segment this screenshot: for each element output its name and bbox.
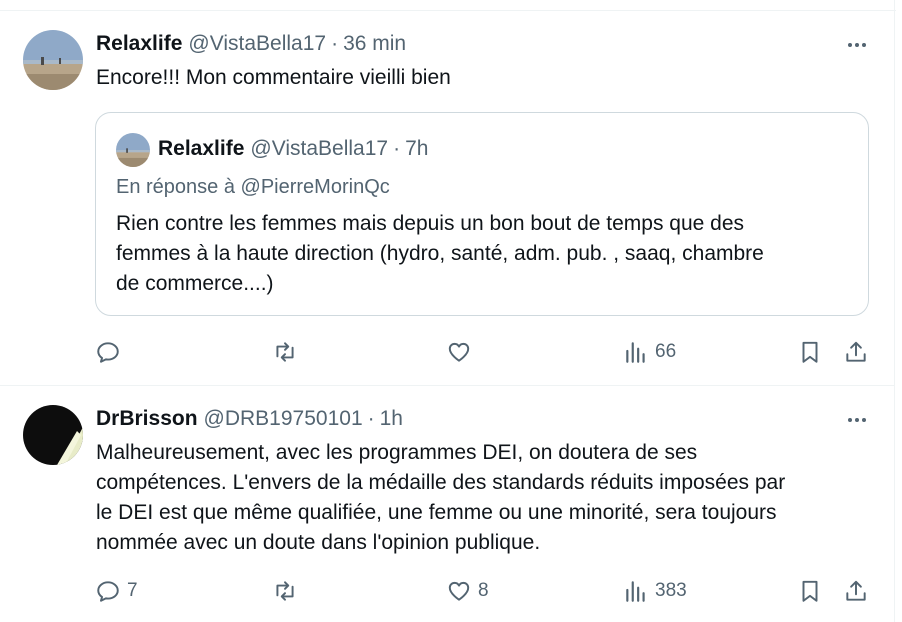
post[interactable]: Relaxlife @VistaBella17 · 36 min Encore!…	[0, 11, 894, 385]
text-line: Malheureusement, avec les programmes DEI…	[96, 441, 698, 464]
dot	[855, 43, 859, 47]
views-icon	[626, 342, 645, 363]
like-icon	[448, 581, 470, 601]
action-bar: 66	[0, 334, 894, 370]
reply-button[interactable]: 7	[95, 573, 138, 609]
reply-icon	[97, 581, 119, 602]
beach-avatar-image	[23, 30, 83, 90]
post[interactable]: DrBrisson @DRB19750101 · 1h Malheureusem…	[0, 386, 894, 622]
author-handle: @VistaBella17	[250, 137, 389, 160]
separator: ·	[331, 32, 339, 55]
views-button[interactable]: 383	[623, 573, 687, 609]
text-line: de commerce....)	[116, 272, 274, 295]
reply-count: 7	[127, 580, 138, 601]
author-name[interactable]: DrBrisson	[96, 407, 198, 431]
reply-to: En réponse à @PierreMorinQc	[116, 176, 390, 198]
more-icon[interactable]	[842, 35, 872, 55]
views-count: 383	[655, 580, 687, 601]
separator: ·	[367, 407, 375, 430]
post-text: Encore!!! Mon commentaire vieilli bien	[96, 66, 451, 89]
author-handle[interactable]: @VistaBella17	[188, 32, 326, 56]
like-button[interactable]: 8	[446, 573, 489, 609]
avatar[interactable]	[23, 30, 83, 90]
share-icon	[846, 580, 866, 601]
quoted-post[interactable]: Relaxlife @VistaBella17 · 7h En réponse …	[95, 112, 869, 316]
bookmark-button[interactable]	[797, 573, 823, 609]
quoted-text: Rien contre les femmes mais depuis un bo…	[116, 209, 836, 299]
post-header: Relaxlife @VistaBella17 · 36 min	[96, 31, 406, 57]
author-handle[interactable]: @DRB19750101	[204, 407, 363, 431]
dot	[862, 43, 866, 47]
quoted-post-header: Relaxlife @VistaBella17 · 7h	[158, 137, 428, 161]
repost-icon	[276, 581, 294, 601]
share-icon	[846, 341, 866, 362]
more-icon[interactable]	[842, 410, 872, 430]
share-button[interactable]	[843, 334, 869, 370]
bookmark-icon	[802, 580, 818, 602]
action-bar: 7 8 383	[0, 573, 894, 609]
dot	[855, 418, 859, 422]
author-name[interactable]: Relaxlife	[96, 32, 182, 56]
text-line: femmes à la haute direction (hydro, sant…	[116, 242, 764, 265]
repost-button[interactable]	[272, 573, 304, 609]
dark-avatar-image	[23, 405, 83, 465]
text-line: nommée avec un doute dans l'opinion publ…	[96, 531, 541, 554]
post-header: DrBrisson @DRB19750101 · 1h	[96, 406, 403, 432]
dot	[862, 418, 866, 422]
dot	[848, 418, 852, 422]
text-line: le DEI est que même qualifiée, une femme…	[96, 501, 777, 524]
views-icon	[626, 581, 645, 602]
text-line: compétences. L'envers de la médaille des…	[96, 471, 786, 494]
like-icon	[448, 342, 470, 362]
repost-button[interactable]	[272, 334, 304, 370]
share-button[interactable]	[843, 573, 869, 609]
beach-avatar-image	[116, 133, 150, 167]
like-button[interactable]	[446, 334, 478, 370]
avatar[interactable]	[23, 405, 83, 465]
bookmark-button[interactable]	[797, 334, 823, 370]
separator: ·	[393, 137, 401, 160]
dot	[848, 43, 852, 47]
author-name: Relaxlife	[158, 137, 245, 160]
timeline-border	[894, 0, 895, 622]
repost-icon	[276, 342, 294, 362]
bookmark-icon	[802, 341, 818, 363]
like-count: 8	[478, 580, 489, 601]
reply-icon	[97, 342, 119, 363]
views-button[interactable]: 66	[623, 334, 676, 370]
post-text: Malheureusement, avec les programmes DEI…	[96, 438, 866, 558]
timestamp: 7h	[405, 137, 429, 160]
views-count: 66	[655, 341, 677, 362]
reply-button[interactable]	[95, 334, 127, 370]
avatar	[116, 133, 150, 167]
timestamp[interactable]: 36 min	[343, 32, 406, 56]
text-line: Rien contre les femmes mais depuis un bo…	[116, 212, 745, 235]
timestamp[interactable]: 1h	[380, 407, 403, 431]
